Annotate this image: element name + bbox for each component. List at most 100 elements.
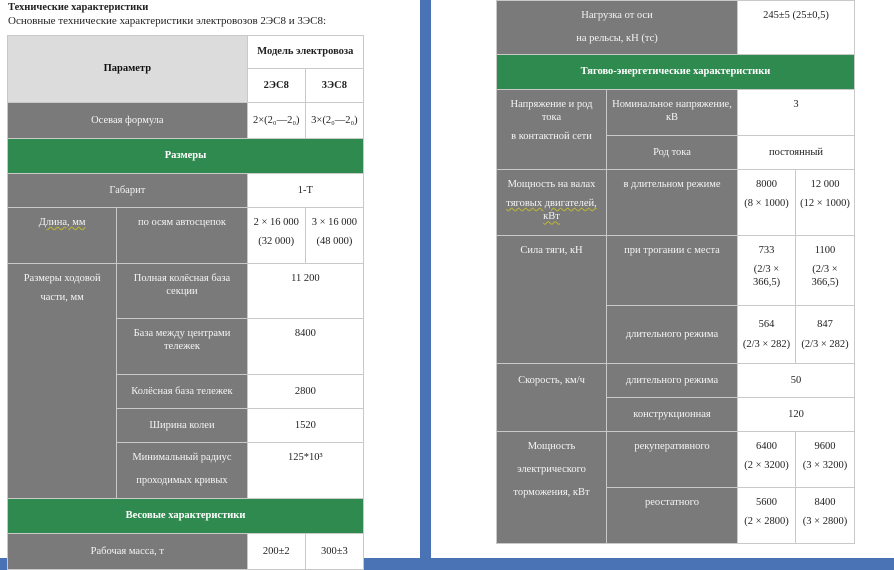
power-label-line2: тяговых двигателей, кВт bbox=[500, 197, 603, 223]
start-2es8-total: 733 bbox=[758, 245, 775, 256]
value-axle-load: 245±5 (25±0,5) bbox=[737, 0, 855, 55]
value-axial-3es8: 3×(2₀—2₀) bbox=[304, 102, 365, 139]
value-mass-2es8: 200±2 bbox=[246, 533, 306, 570]
value-bogie-centers: 8400 bbox=[246, 318, 365, 375]
row-sublabel-rheostatic: реостатного bbox=[606, 487, 738, 544]
power-label-line1: Мощность на валах bbox=[507, 179, 596, 190]
value-rheo-2es8: 5600 (2 × 2800) bbox=[737, 487, 796, 544]
regen-2es8-detail: (2 × 3200) bbox=[744, 460, 789, 472]
cont-2es8-detail: (2/3 × 282) bbox=[742, 338, 791, 350]
length-3es8-total: 3 × 16 000 bbox=[311, 217, 358, 228]
value-nominal-voltage: 3 bbox=[737, 89, 855, 136]
document-subheading: Основные технические характеристики элек… bbox=[8, 15, 327, 27]
row-label-power: Мощность на валах тяговых двигателей, кВ… bbox=[496, 169, 607, 236]
rheo-3es8-total: 8400 bbox=[814, 497, 836, 508]
power-2es8-detail: (8 × 1000) bbox=[744, 198, 789, 210]
value-regen-2es8: 6400 (2 × 3200) bbox=[737, 431, 796, 488]
row-label-gabarit: Габарит bbox=[7, 173, 248, 208]
row-sublabel-length: по осям автосцепок bbox=[116, 207, 248, 264]
rheo-2es8-total: 5600 bbox=[756, 497, 777, 508]
power-2es8-total: 8000 bbox=[756, 179, 777, 190]
document-heading: Технические характеристики bbox=[8, 2, 149, 13]
rheo-3es8-detail: (3 × 2800) bbox=[802, 516, 848, 528]
value-rheo-3es8: 8400 (3 × 2800) bbox=[795, 487, 855, 544]
section-dimensions: Размеры bbox=[7, 138, 364, 174]
row-label-voltage: Напряжение и род тока в контактной сети bbox=[496, 89, 607, 170]
row-sublabel-speed-continuous: длительного режима bbox=[606, 363, 738, 398]
min-radius-label-line1: Минимальный радиус bbox=[132, 452, 232, 463]
section-weight: Весовые характеристики bbox=[7, 498, 364, 534]
regen-3es8-total: 9600 bbox=[814, 441, 836, 452]
header-col-3es8: 3ЭС8 bbox=[304, 68, 365, 103]
braking-label-line3: торможения, кВт bbox=[513, 487, 590, 499]
running-gear-label-line1: Размеры ходовой bbox=[23, 273, 101, 284]
start-2es8-detail: (2/3 × 366,5) bbox=[752, 264, 781, 289]
power-3es8-detail: (12 × 1000) bbox=[800, 198, 850, 210]
cont-3es8-total: 847 bbox=[817, 319, 833, 331]
power-3es8-total: 12 000 bbox=[810, 179, 840, 190]
row-sublabel-regenerative: рекуперативного bbox=[606, 431, 738, 488]
value-length-2es8: 2 × 16 000 (32 000) bbox=[246, 207, 306, 264]
row-label-running-gear: Размеры ходовой части, мм bbox=[6, 263, 118, 499]
row-label-axle-load: Нагрузка от оси на рельсы, кН (тс) bbox=[496, 0, 738, 55]
cont-3es8-detail: (2/3 × 282) bbox=[801, 338, 849, 350]
row-label-length: Длина, мм bbox=[6, 207, 118, 264]
length-2es8-sum: (32 000) bbox=[258, 236, 295, 248]
voltage-label-line2: в контактной сети bbox=[511, 131, 592, 143]
regen-3es8-detail: (3 × 3200) bbox=[802, 460, 848, 472]
value-regen-3es8: 9600 (3 × 3200) bbox=[795, 431, 855, 488]
axle-load-label-line2: на рельсы, кН (тс) bbox=[576, 33, 658, 45]
row-sublabel-bogie-centers: База между центрами тележек bbox=[116, 318, 248, 375]
row-label-speed: Скорость, км/ч bbox=[496, 363, 607, 432]
power-label-line2-text: тяговых двигателей, кВт bbox=[506, 198, 597, 223]
section-traction: Тягово-энергетические характеристики bbox=[496, 54, 855, 90]
value-gauge: 1520 bbox=[246, 408, 365, 443]
min-radius-label-line2: проходимых кривых bbox=[136, 475, 228, 487]
running-gear-label-line2: части, мм bbox=[40, 292, 84, 304]
length-label-text: Длина, мм bbox=[38, 217, 86, 228]
row-sublabel-min-radius: Минимальный радиус проходимых кривых bbox=[116, 442, 248, 499]
length-2es8-total: 2 × 16 000 bbox=[253, 217, 299, 228]
axle-load-label-line1: Нагрузка от оси bbox=[581, 10, 653, 21]
row-sublabel-starting: при трогании с места bbox=[606, 235, 738, 306]
length-3es8-sum: (48 000) bbox=[316, 236, 353, 248]
row-sublabel-gauge: Ширина колеи bbox=[116, 408, 248, 443]
spec-table-right: Нагрузка от оси на рельсы, кН (тс) 245±5… bbox=[496, 0, 855, 544]
cont-2es8-total: 564 bbox=[758, 319, 775, 331]
value-power-3es8: 12 000 (12 × 1000) bbox=[795, 169, 855, 236]
left-document-page: Технические характеристики Основные техн… bbox=[0, 0, 420, 570]
value-speed-continuous: 50 bbox=[737, 363, 855, 398]
value-cont-3es8: 847 (2/3 × 282) bbox=[795, 305, 855, 364]
value-cont-2es8: 564 (2/3 × 282) bbox=[737, 305, 796, 364]
start-3es8-total: 1100 bbox=[814, 245, 836, 256]
row-sublabel-wheelbase-full: Полная колёсная база секции bbox=[116, 263, 248, 319]
row-sublabel-nominal-voltage: Номинальное напряжение, кВ bbox=[606, 89, 738, 136]
rheo-2es8-detail: (2 × 2800) bbox=[744, 516, 789, 528]
spec-table-left: Параметр Модель электровоза 2ЭС8 3ЭС8 Ос… bbox=[6, 35, 365, 570]
header-model: Модель электровоза bbox=[246, 35, 365, 69]
value-mass-3es8: 300±3 bbox=[304, 533, 365, 570]
row-sublabel-current-type: Род тока bbox=[606, 135, 738, 170]
row-label-mass: Рабочая масса, т bbox=[7, 533, 248, 570]
value-speed-design: 120 bbox=[737, 397, 855, 432]
header-col-2es8: 2ЭС8 bbox=[246, 68, 306, 103]
value-bogie-wheelbase: 2800 bbox=[246, 374, 365, 409]
row-sublabel-bogie-wheelbase: Колёсная база тележек bbox=[116, 374, 248, 409]
braking-label-line2: электрического bbox=[517, 464, 586, 476]
value-current-type: постоянный bbox=[737, 135, 855, 170]
start-3es8-detail: (2/3 × 366,5) bbox=[811, 264, 839, 289]
voltage-label-line1: Напряжение и род тока bbox=[510, 99, 593, 124]
row-label-axial-formula: Осевая формула bbox=[7, 102, 248, 139]
value-start-3es8: 1100 (2/3 × 366,5) bbox=[795, 235, 855, 306]
value-length-3es8: 3 × 16 000 (48 000) bbox=[304, 207, 365, 264]
regen-2es8-total: 6400 bbox=[756, 441, 777, 452]
row-label-braking: Мощность электрического торможения, кВт bbox=[496, 431, 607, 544]
value-start-2es8: 733 (2/3 × 366,5) bbox=[737, 235, 796, 306]
header-parameter: Параметр bbox=[7, 35, 248, 103]
value-min-radius: 125*10³ bbox=[246, 442, 365, 499]
value-axial-2es8: 2×(2₀—2₀) bbox=[246, 102, 306, 139]
row-label-traction-force: Сила тяги, кН bbox=[496, 235, 607, 364]
value-wheelbase-full: 11 200 bbox=[246, 263, 365, 319]
speed-label-text: Скорость, км/ч bbox=[518, 375, 585, 386]
value-gabarit: 1-Т bbox=[246, 173, 365, 208]
